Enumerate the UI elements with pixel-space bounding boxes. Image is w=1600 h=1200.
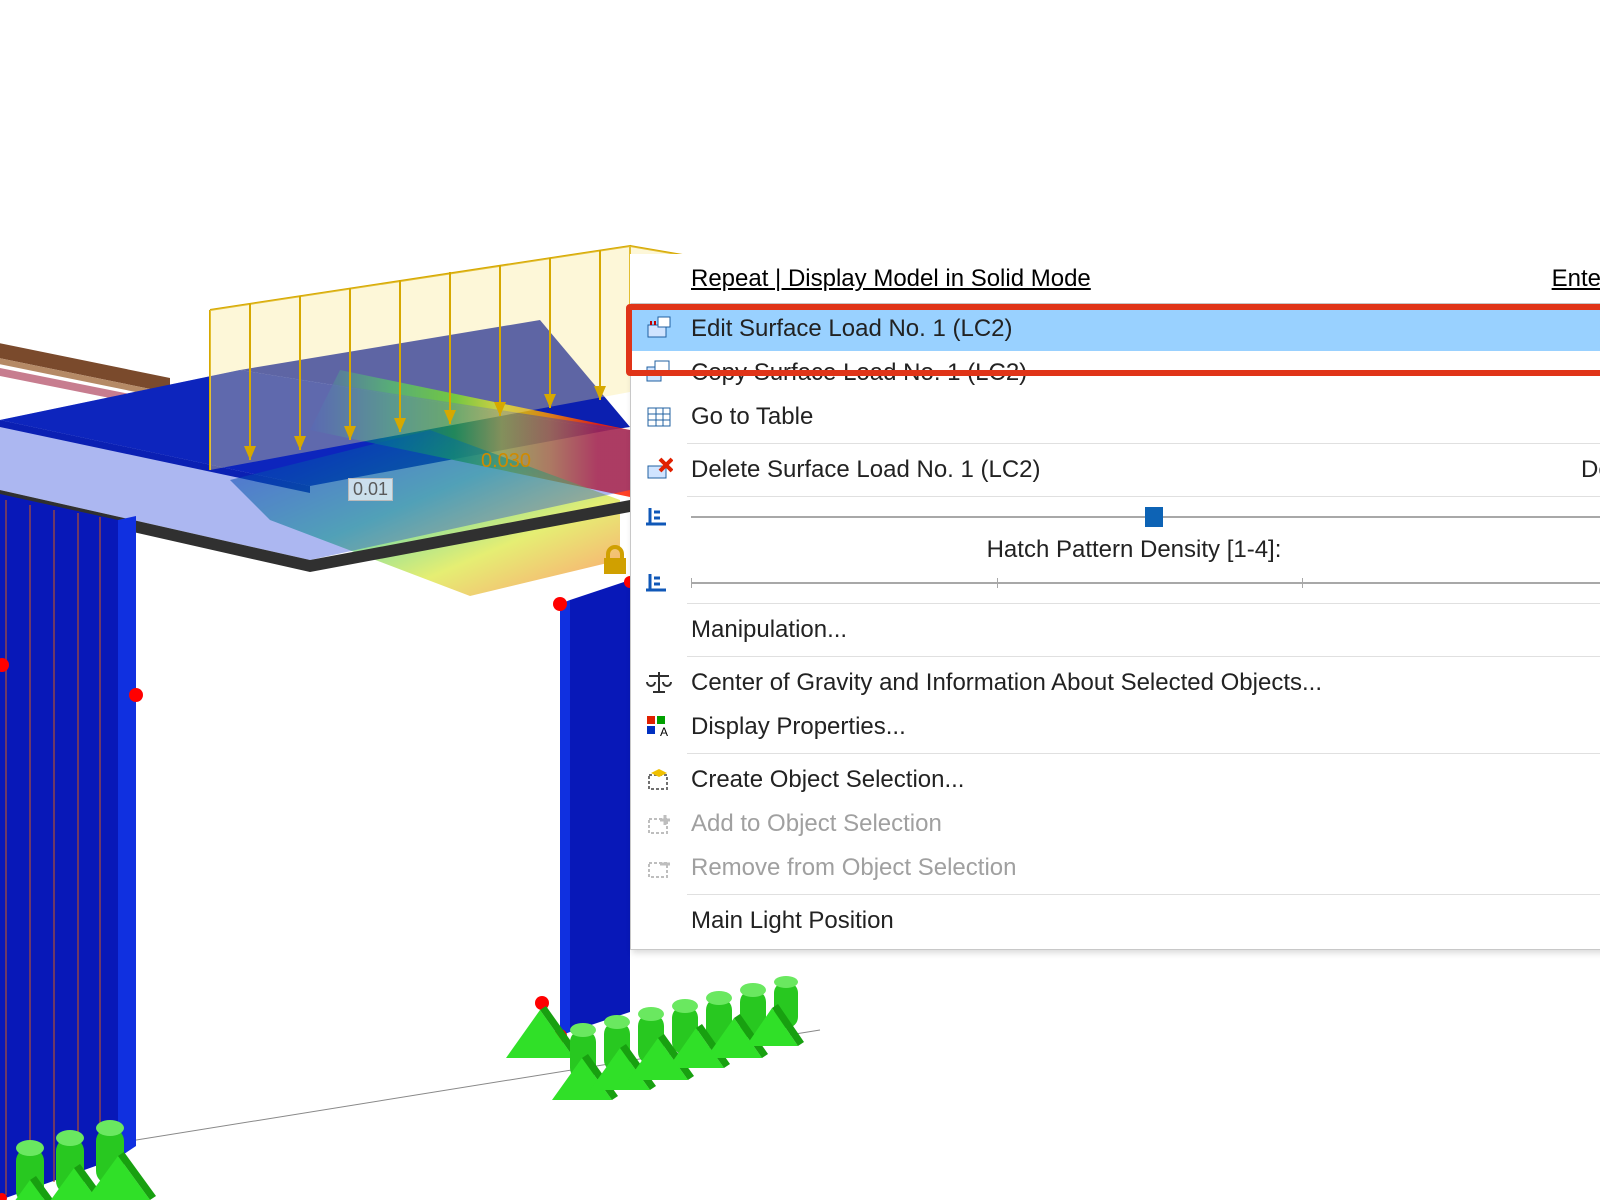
menu-item-edit-label: Edit Surface Load No. 1 (LC2) xyxy=(681,315,1600,343)
menu-item-remove-object-selection: Remove from Object Selection xyxy=(631,846,1600,890)
beam-left xyxy=(0,333,170,393)
dimension-label-left: 0.01 xyxy=(348,478,393,501)
menu-item-delete-label: Delete Surface Load No. 1 (LC2) xyxy=(681,456,1581,484)
context-menu[interactable]: Edit Surface Load No. 1 (LC2) Copy Surfa… xyxy=(630,306,1600,950)
menu-separator xyxy=(687,496,1600,497)
create-selection-icon xyxy=(637,767,681,793)
menu-item-delete-shortcut: Del xyxy=(1581,456,1600,484)
goto-table-icon xyxy=(637,403,681,431)
menu-item-manipulation[interactable]: Manipulation... xyxy=(631,608,1600,652)
menu-item-main-light-label: Main Light Position xyxy=(681,907,1600,935)
menu-separator xyxy=(687,443,1600,444)
menu-item-copy-label: Copy Surface Load No. 1 (LC2) xyxy=(681,359,1600,387)
menu-item-add-sel-label: Add to Object Selection xyxy=(681,810,1600,838)
menu-item-dispprop-label: Display Properties... xyxy=(681,713,1600,741)
delete-load-icon xyxy=(637,456,681,484)
dimension-label-right: 0.030 xyxy=(481,450,531,473)
supports-right xyxy=(506,976,804,1100)
load-magnitude-slider[interactable] xyxy=(691,516,1600,518)
hatch-density-slider[interactable] xyxy=(691,582,1600,584)
remove-selection-icon xyxy=(637,855,681,881)
svg-text:A: A xyxy=(660,725,668,739)
slider-icon xyxy=(637,572,681,594)
menu-item-create-object-selection[interactable]: Create Object Selection... xyxy=(631,758,1600,802)
add-selection-icon xyxy=(637,811,681,837)
hatch-density-slider-row xyxy=(631,567,1600,599)
slider-icon xyxy=(637,506,681,528)
edit-load-icon xyxy=(637,315,681,343)
menu-item-copy-surface-load[interactable]: Copy Surface Load No. 1 (LC2) xyxy=(631,351,1600,395)
menu-item-center-of-gravity[interactable]: Center of Gravity and Information About … xyxy=(631,661,1600,705)
menu-item-add-object-selection: Add to Object Selection xyxy=(631,802,1600,846)
wall-right xyxy=(570,580,630,1032)
menu-separator xyxy=(687,753,1600,754)
menu-item-main-light-position[interactable]: Main Light Position xyxy=(631,899,1600,943)
hatch-density-label: Hatch Pattern Density [1-4]: xyxy=(631,533,1600,567)
menu-item-go-to-table[interactable]: Go to Table xyxy=(631,395,1600,439)
menu-separator xyxy=(687,656,1600,657)
scale-icon xyxy=(637,670,681,696)
menu-separator xyxy=(687,894,1600,895)
menu-separator xyxy=(687,603,1600,604)
menu-item-repeat[interactable]: Repeat | Display Model in Solid Mode Ent… xyxy=(630,254,1600,304)
menu-item-goto-label: Go to Table xyxy=(681,403,1600,431)
copy-load-icon xyxy=(637,359,681,387)
menu-item-remove-sel-label: Remove from Object Selection xyxy=(681,854,1600,882)
menu-item-display-properties[interactable]: A Display Properties... xyxy=(631,705,1600,749)
menu-item-cog-label: Center of Gravity and Information About … xyxy=(681,669,1600,697)
load-magnitude-slider-row xyxy=(631,501,1600,533)
menu-item-manipulation-label: Manipulation... xyxy=(681,616,1600,644)
menu-item-repeat-shortcut: Enter xyxy=(1552,265,1600,293)
menu-item-edit-surface-load[interactable]: Edit Surface Load No. 1 (LC2) xyxy=(631,307,1600,351)
display-properties-icon: A xyxy=(637,714,681,740)
menu-item-repeat-label: Repeat | Display Model in Solid Mode xyxy=(691,265,1091,292)
menu-item-create-sel-label: Create Object Selection... xyxy=(681,766,1600,794)
menu-item-delete-surface-load[interactable]: Delete Surface Load No. 1 (LC2) Del xyxy=(631,448,1600,492)
